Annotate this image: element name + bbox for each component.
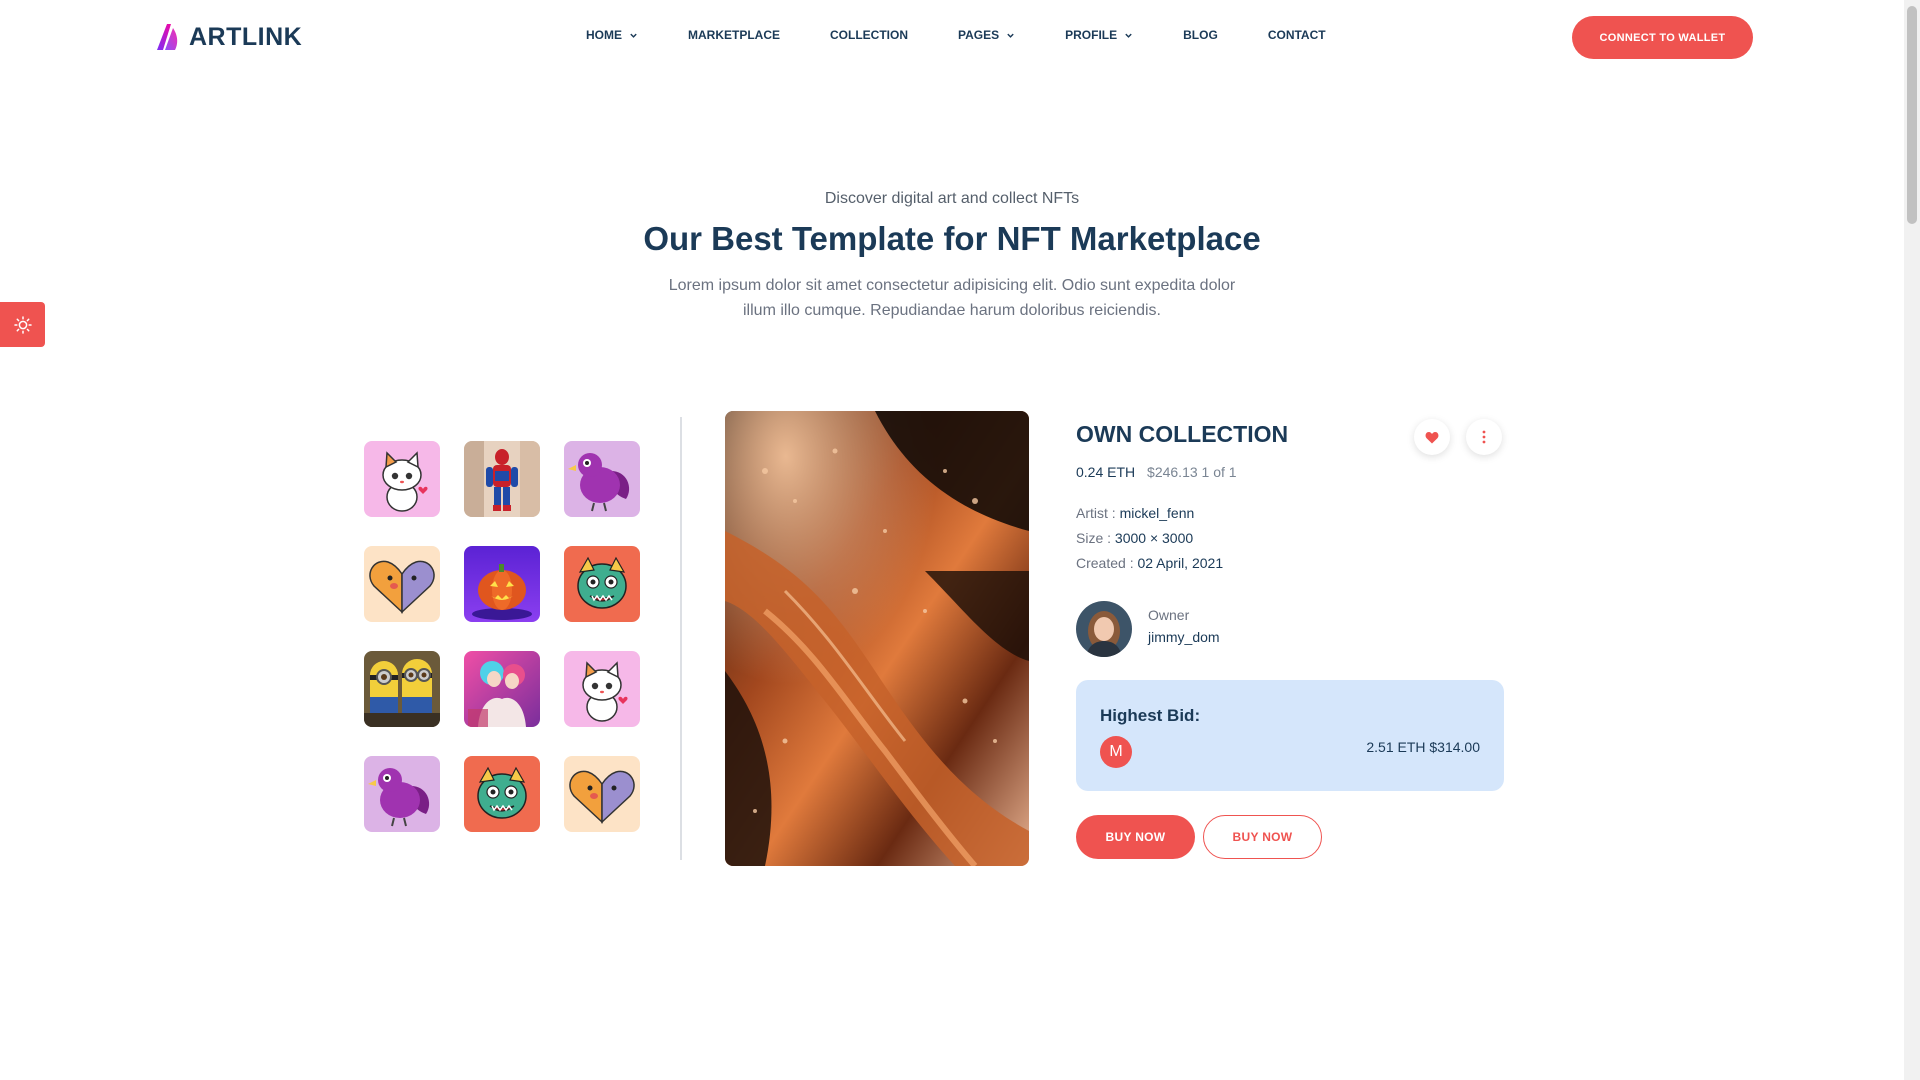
bidder-avatar: M: [1100, 736, 1132, 768]
dog-cat-heart-thumb[interactable]: [564, 756, 640, 832]
main-nav: HOME MARKETPLACE COLLECTION PAGES PROFIL…: [586, 28, 1376, 42]
item-title: OWN COLLECTION: [1076, 421, 1289, 447]
scrollbar-thumb[interactable]: [1907, 6, 1917, 224]
artist-label: Artist :: [1076, 505, 1116, 521]
owner-photo: [1076, 601, 1132, 657]
hero-description: Lorem ipsum dolor sit amet consectetur a…: [668, 277, 1236, 319]
more-vertical-icon: [1482, 430, 1486, 444]
logo-icon: [157, 24, 178, 50]
nav-item-contact[interactable]: CONTACT: [1268, 28, 1326, 42]
pumpkin-illustration: [464, 546, 540, 622]
thumbnail-grid: [364, 441, 644, 832]
bid-title: Highest Bid:: [1100, 706, 1201, 725]
usd-price: $246.13 1 of 1: [1147, 464, 1237, 480]
owner-name[interactable]: jimmy_dom: [1148, 629, 1220, 645]
nav-item-label: PROFILE: [1065, 28, 1118, 42]
size-label: Size :: [1076, 530, 1112, 546]
anime-couple-thumb[interactable]: [464, 651, 540, 727]
anime-couple-illustration: [464, 651, 540, 727]
nav-item-label: CONTACT: [1267, 28, 1326, 42]
bid-amount: 2.51 ETH $314.00: [1366, 739, 1480, 755]
dog-cat-heart-illustration: [564, 756, 640, 832]
minions-thumb[interactable]: [364, 651, 440, 727]
nav-item-home[interactable]: HOME: [586, 28, 638, 42]
fluid-art-image: [725, 411, 1029, 866]
purple-bird-illustration: [564, 441, 640, 517]
size-row: Size : 3000 × 3000: [1076, 530, 1193, 546]
price-row: 0.24 ETH $246.13 1 of 1: [1076, 464, 1237, 480]
lion-dance-thumb[interactable]: [564, 546, 640, 622]
artist-row: Artist : mickel_fenn: [1076, 505, 1194, 521]
main-artwork[interactable]: [725, 411, 1029, 866]
cat-illustration: [564, 651, 640, 727]
dog-cat-heart-illustration: [364, 546, 440, 622]
logo-text: ARTLINK: [189, 22, 303, 51]
nav-item-label: PAGES: [958, 28, 1000, 42]
cat-thumb[interactable]: [364, 441, 440, 517]
hero-title: Our Best Template for NFT Marketplace: [643, 220, 1261, 257]
nav-item-label: HOME: [586, 28, 622, 42]
lion-dance-thumb[interactable]: [464, 756, 540, 832]
cat-illustration: [364, 441, 440, 517]
spiderman-thumb[interactable]: [464, 441, 540, 517]
nav-item-marketplace[interactable]: MARKETPLACE: [688, 28, 780, 42]
lion-dance-illustration: [564, 546, 640, 622]
cat-thumb[interactable]: [564, 651, 640, 727]
purple-bird-illustration: [364, 756, 440, 832]
chevron-down-icon: [1125, 33, 1132, 38]
purple-bird-thumb[interactable]: [564, 441, 640, 517]
purple-bird-thumb[interactable]: [364, 756, 440, 832]
minions-illustration: [364, 651, 440, 727]
nav-item-profile[interactable]: PROFILE: [1065, 28, 1133, 42]
hero-subtitle: Discover digital art and collect NFTs: [824, 190, 1080, 207]
nav-item-label: COLLECTION: [830, 28, 908, 42]
size-value: 3000 × 3000: [1114, 530, 1194, 546]
more-options-button[interactable]: [1466, 419, 1502, 455]
lion-dance-illustration: [464, 756, 540, 832]
nav-item-pages[interactable]: PAGES: [958, 28, 1015, 42]
nav-item-label: BLOG: [1183, 28, 1218, 42]
like-button[interactable]: [1414, 419, 1450, 455]
sun-icon: [13, 315, 32, 334]
connect-wallet-button[interactable]: CONNECT TO WALLET: [1572, 16, 1753, 59]
pumpkin-thumb[interactable]: [464, 546, 540, 622]
owner-label: Owner: [1148, 607, 1190, 623]
chevron-down-icon: [630, 33, 637, 38]
heart-icon: [1425, 431, 1439, 443]
buy-now-outline-button[interactable]: BUY NOW: [1203, 815, 1322, 859]
dog-cat-heart-thumb[interactable]: [364, 546, 440, 622]
nav-item-collection[interactable]: COLLECTION: [830, 28, 908, 42]
vertical-divider: [680, 417, 682, 860]
buy-now-button[interactable]: BUY NOW: [1076, 815, 1195, 859]
highest-bid-card: Highest Bid: M 2.51 ETH $314.00: [1076, 680, 1504, 791]
theme-toggle-button[interactable]: [0, 302, 45, 347]
created-label: Created :: [1076, 555, 1134, 571]
created-row: Created : 02 April, 2021: [1076, 555, 1223, 571]
site-header: ARTLINK HOME MARKETPLACE COLLECTION PAGE…: [0, 0, 1904, 76]
created-value: 02 April, 2021: [1137, 555, 1224, 571]
logo[interactable]: ARTLINK: [155, 22, 302, 52]
nav-item-label: MARKETPLACE: [688, 28, 780, 42]
owner-avatar[interactable]: [1076, 601, 1132, 657]
nav-item-blog[interactable]: BLOG: [1183, 28, 1218, 42]
eth-price: 0.24 ETH: [1076, 464, 1136, 480]
chevron-down-icon: [1007, 33, 1014, 38]
spiderman-illustration: [464, 441, 540, 517]
page-scrollbar[interactable]: [1904, 0, 1920, 1080]
artist-name[interactable]: mickel_fenn: [1120, 505, 1195, 521]
